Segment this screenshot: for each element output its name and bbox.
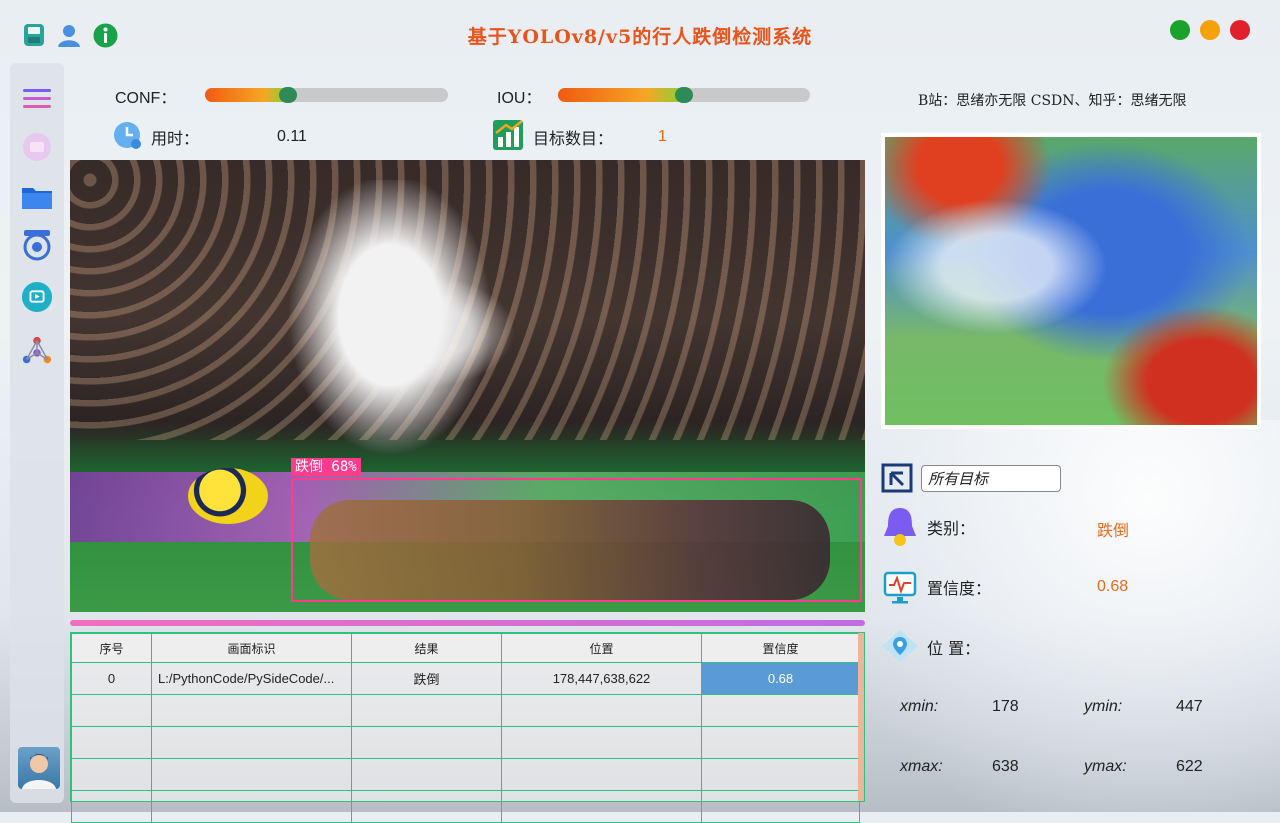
- app-title: 基于YOLOv8/v5的行人跌倒检测系统: [467, 26, 813, 48]
- target-count-value: 1: [658, 128, 667, 145]
- cell-confidence[interactable]: 0.68: [701, 662, 860, 695]
- xmax-label: xmax:: [900, 758, 943, 775]
- image-icon[interactable]: [21, 131, 53, 163]
- heatmap-content: [885, 137, 1257, 425]
- table-scrollbar[interactable]: [858, 633, 864, 801]
- credit-text: B站：思绪亦无限 CSDN、知乎：思绪无限: [918, 93, 1187, 109]
- iou-slider[interactable]: [558, 87, 810, 103]
- ymin-label: ymin:: [1084, 698, 1123, 715]
- folder-icon[interactable]: [21, 181, 53, 213]
- ymin-value: 447: [1176, 698, 1203, 715]
- header-source[interactable]: 画面标识: [151, 633, 352, 663]
- ymax-value: 622: [1176, 758, 1203, 775]
- header-confidence[interactable]: 置信度: [701, 633, 860, 663]
- xmin-label: xmin:: [900, 698, 939, 715]
- cursor-select-icon: [881, 463, 913, 493]
- xmin-value: 178: [992, 698, 1019, 715]
- camera-icon[interactable]: [21, 229, 53, 261]
- time-value: 0.11: [277, 128, 307, 145]
- time-label: 用时：: [151, 131, 200, 148]
- conf-slider-handle[interactable]: [279, 87, 297, 103]
- cell-result[interactable]: 跌倒: [351, 662, 502, 695]
- standing-player: [270, 180, 510, 480]
- iou-slider-handle[interactable]: [675, 87, 693, 103]
- table-row[interactable]: [71, 694, 860, 727]
- header-index[interactable]: 序号: [71, 633, 152, 663]
- confidence-label: 置信度：: [927, 579, 992, 598]
- cell-source[interactable]: L:/PythonCode/PySideCode/...: [151, 662, 352, 695]
- clock-icon: [113, 121, 143, 151]
- confidence-value: 0.68: [1097, 578, 1129, 595]
- bell-icon: [880, 506, 920, 548]
- conf-label: CONF：: [115, 90, 177, 107]
- detection-image: 跌倒 68%: [70, 160, 865, 612]
- close-button[interactable]: [1230, 20, 1250, 40]
- model-icon[interactable]: [21, 335, 53, 367]
- table-row[interactable]: [71, 758, 860, 791]
- monitor-pulse-icon: [883, 571, 917, 605]
- iou-label: IOU：: [497, 90, 542, 107]
- table-header: 序号 画面标识 结果 位置 置信度: [71, 633, 860, 663]
- class-label: 类别：: [927, 519, 976, 538]
- location-icon: [880, 628, 920, 664]
- header-result[interactable]: 结果: [351, 633, 502, 663]
- avatar[interactable]: [18, 747, 60, 789]
- detection-label: 跌倒 68%: [291, 458, 361, 476]
- sidebar: [10, 63, 64, 803]
- minimize-button[interactable]: [1170, 20, 1190, 40]
- chart-icon: [492, 119, 524, 151]
- header-position[interactable]: 位置: [501, 633, 702, 663]
- cell-position[interactable]: 178,447,638,622: [501, 662, 702, 695]
- table-row[interactable]: 0 L:/PythonCode/PySideCode/... 跌倒 178,44…: [71, 662, 860, 695]
- ball: [188, 468, 268, 524]
- table-row[interactable]: [71, 726, 860, 759]
- results-table[interactable]: 序号 画面标识 结果 位置 置信度 0 L:/PythonCode/PySide…: [70, 632, 865, 823]
- ymax-label: ymax:: [1084, 758, 1127, 775]
- title-bar: 基于YOLOv8/v5的行人跌倒检测系统: [0, 0, 1280, 64]
- table-row[interactable]: [71, 790, 860, 823]
- conf-slider[interactable]: [205, 87, 448, 103]
- progress-bar: [70, 620, 865, 626]
- conf-slider-fill: [205, 88, 288, 102]
- cell-index[interactable]: 0: [71, 662, 152, 695]
- xmax-value: 638: [992, 758, 1019, 775]
- maximize-button[interactable]: [1200, 20, 1220, 40]
- target-select[interactable]: 所有目标: [921, 465, 1061, 492]
- target-count-label: 目标数目：: [533, 131, 614, 148]
- heatmap-image: [881, 133, 1261, 429]
- video-icon[interactable]: [21, 281, 53, 313]
- menu-icon[interactable]: [21, 83, 53, 115]
- position-label: 位 置：: [927, 639, 981, 658]
- detection-box: [291, 478, 862, 602]
- iou-slider-fill: [558, 88, 684, 102]
- class-value: 跌倒: [1097, 521, 1130, 540]
